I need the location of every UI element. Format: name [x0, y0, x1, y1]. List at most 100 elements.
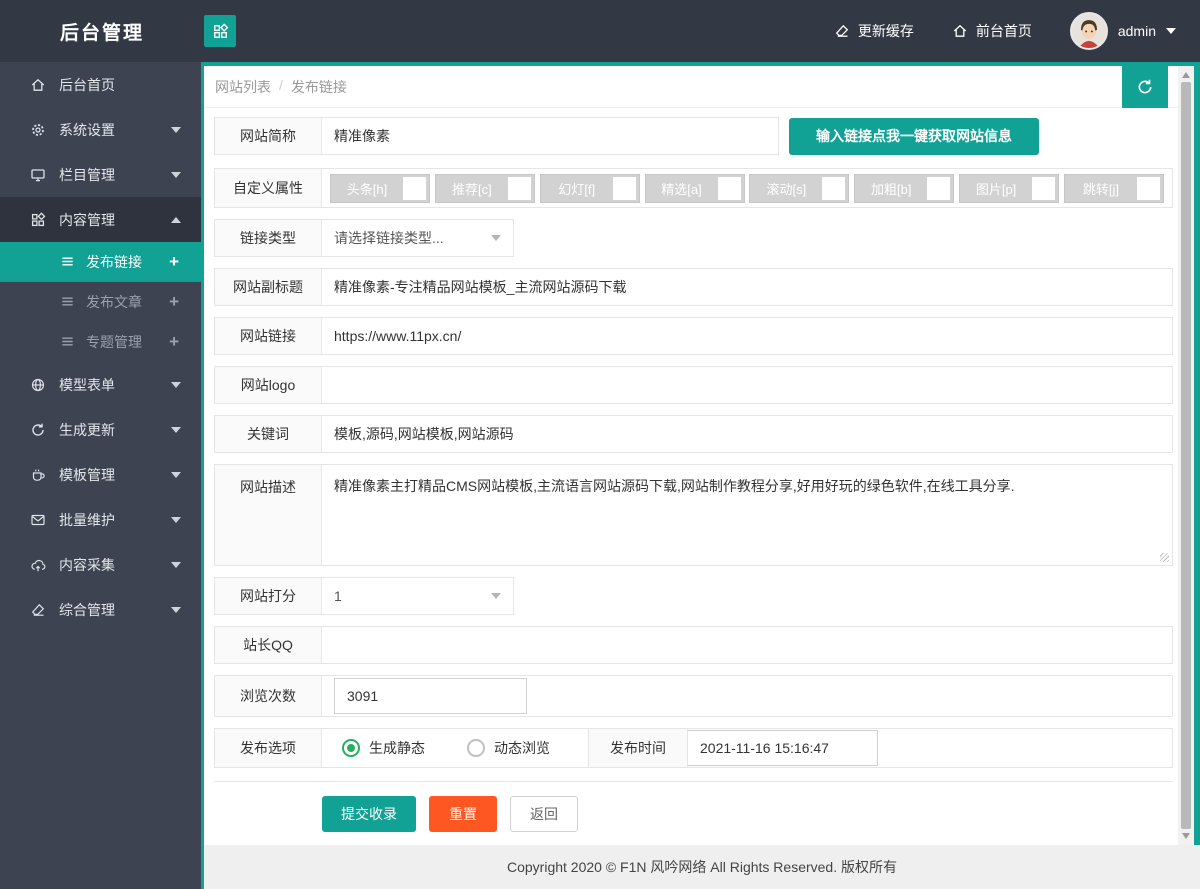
copyright-text: Copyright 2020 © F1N 风吟网络 All Rights Res… — [507, 859, 897, 875]
sidebar-item-model-form[interactable]: 模型表单 — [0, 362, 201, 407]
sidebar-label: 栏目管理 — [59, 166, 115, 183]
sidebar-item-template-manage[interactable]: 模板管理 — [0, 452, 201, 497]
description-row: 网站描述 精准像素主打精品CMS网站模板,主流语言网站源码下载,网站制作教程分享… — [214, 464, 1173, 566]
link-type-select[interactable]: 请选择链接类型... — [322, 228, 513, 248]
attr-toggle-recommend[interactable]: 推荐[c] — [434, 173, 535, 203]
sidebar-subitem-publish-article[interactable]: 发布文章 + — [0, 282, 201, 322]
grid-menu-button[interactable] — [204, 15, 236, 47]
link-type-value: 请选择链接类型... — [334, 230, 444, 246]
front-home-link[interactable]: 前台首页 — [952, 21, 1032, 41]
attr-checkbox[interactable] — [1136, 176, 1160, 200]
sidebar-item-content-manage[interactable]: 内容管理 — [0, 197, 201, 242]
link-type-row: 链接类型 请选择链接类型... — [214, 219, 514, 257]
scrollbar-down-arrow[interactable] — [1182, 833, 1190, 839]
grid-icon — [30, 211, 46, 228]
refresh-page-button[interactable] — [1122, 66, 1168, 108]
attr-checkbox[interactable] — [507, 176, 531, 200]
keywords-input[interactable] — [322, 416, 1172, 452]
attr-checkbox[interactable] — [822, 176, 846, 200]
attr-toggle-headline[interactable]: 头条[h] — [330, 173, 430, 203]
eraser-icon — [834, 23, 850, 39]
back-button[interactable]: 返回 — [510, 796, 578, 832]
site-logo-input[interactable] — [322, 367, 1172, 403]
radio-option-static[interactable]: 生成静态 — [342, 738, 425, 758]
admin-page: 后台管理 更新缓存 前台首页 admin 后台首页 系统设置 栏目管理 内容管理… — [0, 0, 1200, 889]
attr-toggle-featured[interactable]: 精选[a] — [644, 173, 745, 203]
sidebar-item-batch-maintain[interactable]: 批量维护 — [0, 497, 201, 542]
plus-icon[interactable]: + — [169, 292, 179, 312]
plus-icon[interactable]: + — [169, 332, 179, 352]
site-name-input[interactable] — [322, 118, 778, 154]
attr-checkbox[interactable] — [717, 176, 741, 200]
plus-icon[interactable]: + — [169, 252, 179, 272]
chevron-down-icon — [171, 561, 181, 568]
top-bar: 后台管理 更新缓存 前台首页 admin — [0, 0, 1200, 62]
radio-label: 动态浏览 — [494, 740, 550, 756]
eraser-icon — [30, 602, 46, 618]
resize-handle[interactable] — [1160, 553, 1169, 562]
sidebar-item-home[interactable]: 后台首页 — [0, 62, 201, 107]
attr-checkbox[interactable] — [403, 176, 426, 200]
attr-checkbox[interactable] — [612, 176, 636, 200]
sidebar-label: 批量维护 — [59, 511, 115, 528]
chevron-down-icon — [171, 606, 181, 613]
qq-input[interactable] — [322, 627, 1172, 663]
publish-time-input[interactable] — [688, 730, 878, 766]
attr-toggle-slide[interactable]: 幻灯[f] — [539, 173, 640, 203]
breadcrumb-separator: / — [279, 76, 283, 93]
views-label: 浏览次数 — [215, 676, 322, 716]
topbar-actions: 更新缓存 前台首页 admin — [834, 12, 1200, 50]
sidebar-subitem-topic-manage[interactable]: 专题管理 + — [0, 322, 201, 362]
chevron-down-icon — [171, 171, 181, 178]
publish-link-form: 网站简称 输入链接点我一键获取网站信息 自定义属性 头条[h] 推荐[c] 幻灯… — [204, 108, 1178, 832]
list-icon — [60, 334, 76, 350]
attr-toggle-bold[interactable]: 加粗[b] — [854, 173, 955, 203]
radio-label: 生成静态 — [369, 740, 425, 756]
site-url-row: 网站链接 — [214, 317, 1173, 355]
sidebar-label: 发布链接 — [86, 254, 142, 270]
chevron-down-icon — [171, 126, 181, 133]
publish-options-row: 发布选项 生成静态 动态浏览 发布时间 2021-11-16 15:16:47 — [214, 728, 1173, 768]
attr-checkbox[interactable] — [1032, 176, 1056, 200]
list-icon — [60, 294, 76, 310]
site-logo-row: 网站logo — [214, 366, 1173, 404]
scrollbar[interactable] — [1178, 66, 1194, 845]
fetch-site-info-button[interactable]: 输入链接点我一键获取网站信息 — [789, 117, 1039, 155]
site-logo-label: 网站logo — [215, 367, 322, 403]
home-icon — [30, 77, 46, 93]
attr-toggle-picture[interactable]: 图片[p] — [959, 173, 1060, 203]
user-menu[interactable]: admin — [1069, 12, 1176, 50]
keywords-label: 关键词 — [215, 416, 322, 452]
radio-option-dynamic[interactable]: 动态浏览 — [467, 738, 550, 758]
refresh-cache-link[interactable]: 更新缓存 — [834, 21, 914, 41]
score-select[interactable]: 1 — [322, 588, 513, 604]
footer: Copyright 2020 © F1N 风吟网络 All Rights Res… — [204, 845, 1200, 889]
chevron-down-icon — [1166, 28, 1176, 34]
sidebar-item-column-manage[interactable]: 栏目管理 — [0, 152, 201, 197]
attr-toggle-jump[interactable]: 跳转[j] — [1063, 173, 1164, 203]
submit-button[interactable]: 提交收录 — [322, 796, 416, 832]
sidebar-item-content-collect[interactable]: 内容采集 — [0, 542, 201, 587]
cloud-upload-icon — [30, 557, 46, 573]
radio-unchecked-icon[interactable] — [467, 739, 485, 757]
form-actions: 提交收录 重置 返回 — [322, 796, 1173, 832]
attr-toggle-scroll[interactable]: 滚动[s] — [749, 173, 850, 203]
sidebar-item-system-settings[interactable]: 系统设置 — [0, 107, 201, 152]
accent-edge-strip — [1194, 66, 1200, 845]
breadcrumb-parent[interactable]: 网站列表 — [215, 77, 271, 97]
site-url-input[interactable] — [322, 318, 1172, 354]
description-textarea[interactable]: 精准像素主打精品CMS网站模板,主流语言网站源码下载,网站制作教程分享,好用好玩… — [322, 465, 1172, 565]
views-input[interactable] — [334, 678, 527, 714]
radio-checked-icon[interactable] — [342, 739, 360, 757]
chevron-down-icon — [491, 593, 501, 599]
reset-button[interactable]: 重置 — [429, 796, 497, 832]
attr-checkbox[interactable] — [927, 176, 951, 200]
description-label: 网站描述 — [215, 465, 322, 565]
sidebar-item-generate-update[interactable]: 生成更新 — [0, 407, 201, 452]
scrollbar-up-arrow[interactable] — [1182, 72, 1190, 78]
monitor-icon — [30, 167, 46, 183]
subtitle-input[interactable] — [322, 269, 1172, 305]
sidebar-item-misc-manage[interactable]: 综合管理 — [0, 587, 201, 632]
sidebar-subitem-publish-link[interactable]: 发布链接 + — [0, 242, 201, 282]
scrollbar-thumb[interactable] — [1181, 82, 1191, 829]
